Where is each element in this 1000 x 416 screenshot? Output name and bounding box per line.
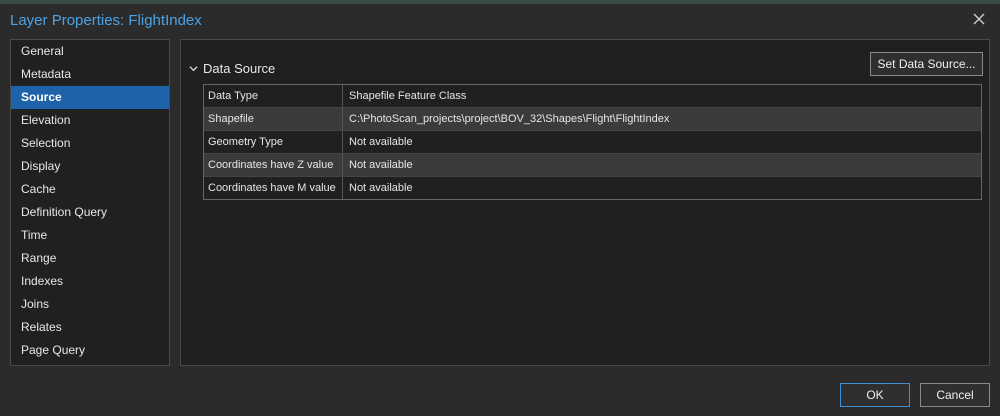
sidebar-item-page-query[interactable]: Page Query — [11, 339, 169, 362]
sidebar-item-source[interactable]: Source — [11, 86, 169, 109]
ok-button[interactable]: OK — [840, 383, 910, 407]
property-name: Data Type — [204, 85, 343, 107]
property-value: C:\PhotoScan_projects\project\BOV_32\Sha… — [349, 113, 670, 125]
sidebar-item-display[interactable]: Display — [11, 155, 169, 178]
sidebar: General Metadata Source Elevation Select… — [10, 39, 170, 366]
property-name: Shapefile — [204, 108, 343, 130]
table-row[interactable]: Shapefile C:\PhotoScan_projects\project\… — [204, 108, 981, 131]
table-row[interactable]: Coordinates have Z value Not available — [204, 154, 981, 177]
sidebar-item-general[interactable]: General — [11, 40, 169, 63]
sidebar-item-range[interactable]: Range — [11, 247, 169, 270]
property-value: Shapefile Feature Class — [349, 90, 467, 102]
window-title: Layer Properties: FlightIndex — [10, 12, 202, 29]
property-name: Coordinates have Z value — [204, 154, 343, 176]
sidebar-item-selection[interactable]: Selection — [11, 132, 169, 155]
sidebar-item-relates[interactable]: Relates — [11, 316, 169, 339]
sidebar-item-elevation[interactable]: Elevation — [11, 109, 169, 132]
cancel-button[interactable]: Cancel — [920, 383, 990, 407]
property-value: Not available — [349, 159, 413, 171]
main-panel: Data Source Set Data Source... Data Type… — [180, 39, 990, 366]
table-row[interactable]: Geometry Type Not available — [204, 131, 981, 154]
set-data-source-button[interactable]: Set Data Source... — [870, 52, 983, 76]
section-title: Data Source — [203, 61, 276, 76]
close-icon[interactable] — [970, 10, 988, 28]
data-source-table: Data Type Shapefile Feature Class Shapef… — [203, 84, 982, 200]
property-value: Not available — [349, 136, 413, 148]
sidebar-item-metadata[interactable]: Metadata — [11, 63, 169, 86]
title-bar: Layer Properties: FlightIndex — [0, 4, 1000, 36]
chevron-down-icon — [189, 61, 198, 76]
property-name: Coordinates have M value — [204, 177, 343, 199]
sidebar-item-cache[interactable]: Cache — [11, 178, 169, 201]
sidebar-item-definition-query[interactable]: Definition Query — [11, 201, 169, 224]
table-row[interactable]: Data Type Shapefile Feature Class — [204, 85, 981, 108]
property-name: Geometry Type — [204, 131, 343, 153]
property-value: Not available — [349, 182, 413, 194]
sidebar-item-joins[interactable]: Joins — [11, 293, 169, 316]
sidebar-item-indexes[interactable]: Indexes — [11, 270, 169, 293]
data-source-section-header[interactable]: Data Source — [189, 61, 275, 76]
table-row[interactable]: Coordinates have M value Not available — [204, 177, 981, 199]
sidebar-item-time[interactable]: Time — [11, 224, 169, 247]
